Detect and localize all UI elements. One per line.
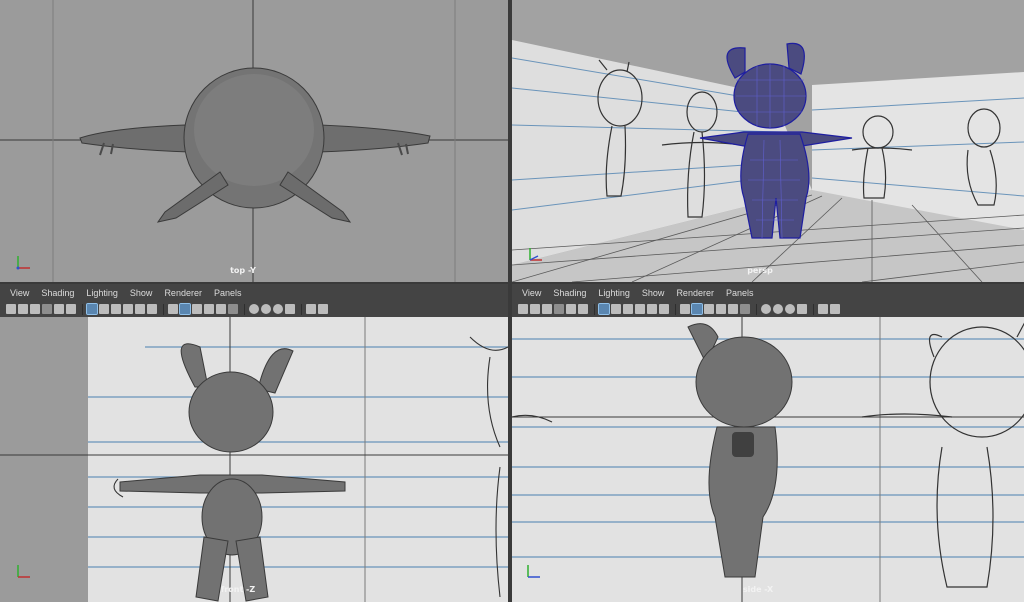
xray-joints-icon[interactable] [306, 304, 316, 314]
toolbar-separator [163, 303, 164, 315]
grease-pencil-icon[interactable] [578, 304, 588, 314]
viewport-label-top: top -Y [230, 266, 256, 275]
bookmark-icon[interactable] [30, 304, 40, 314]
menu-view[interactable]: View [10, 288, 29, 298]
character-top-mesh[interactable] [79, 67, 431, 223]
film-gate-icon[interactable] [99, 304, 109, 314]
grid-toggle-icon[interactable] [86, 303, 98, 315]
shadows-icon[interactable] [228, 304, 238, 314]
backface-culling-icon[interactable] [318, 304, 328, 314]
backface-culling-icon[interactable] [830, 304, 840, 314]
viewport-top-canvas[interactable] [0, 0, 508, 282]
gate-mask-icon[interactable] [123, 304, 133, 314]
axis-gizmo-icon [17, 565, 30, 578]
smooth-shade-icon[interactable] [179, 303, 191, 315]
character-detail [732, 432, 754, 457]
xray-icon[interactable] [285, 304, 295, 314]
lights-icon[interactable] [216, 304, 226, 314]
field-chart-icon[interactable] [647, 304, 657, 314]
axis-gizmo-icon [16, 256, 30, 270]
motion-blur-icon[interactable] [773, 304, 783, 314]
menu-renderer[interactable]: Renderer [164, 288, 202, 298]
menu-shading[interactable]: Shading [553, 288, 586, 298]
camera-attributes-icon[interactable] [530, 304, 540, 314]
panel-front: View Shading Lighting Show Renderer Pane… [0, 284, 508, 602]
wireframe-icon[interactable] [168, 304, 178, 314]
viewport-persp[interactable]: persp [512, 0, 1024, 282]
toolbar-separator [594, 303, 595, 315]
panel-menubar: View Shading Lighting Show Renderer Pane… [512, 284, 1024, 301]
2d-pan-zoom-icon[interactable] [566, 304, 576, 314]
toolbar-separator [675, 303, 676, 315]
menu-view[interactable]: View [522, 288, 541, 298]
field-chart-icon[interactable] [135, 304, 145, 314]
toolbar-separator [813, 303, 814, 315]
image-plane-icon[interactable] [42, 304, 52, 314]
menu-show[interactable]: Show [130, 288, 153, 298]
menu-lighting[interactable]: Lighting [598, 288, 630, 298]
grease-pencil-icon[interactable] [66, 304, 76, 314]
image-plane-icon[interactable] [554, 304, 564, 314]
camera-icon[interactable] [518, 304, 528, 314]
panel-toolbar [0, 301, 508, 317]
camera-icon[interactable] [6, 304, 16, 314]
axis-gizmo-icon [527, 565, 540, 578]
isolate-select-icon[interactable] [785, 304, 795, 314]
safe-action-icon[interactable] [659, 304, 669, 314]
panel-menubar: View Shading Lighting Show Renderer Pane… [0, 284, 508, 301]
menu-lighting[interactable]: Lighting [86, 288, 118, 298]
panel-side: View Shading Lighting Show Renderer Pane… [512, 284, 1024, 602]
xray-joints-icon[interactable] [818, 304, 828, 314]
resolution-gate-icon[interactable] [623, 304, 633, 314]
resolution-gate-icon[interactable] [111, 304, 121, 314]
menu-show[interactable]: Show [642, 288, 665, 298]
textured-icon[interactable] [716, 304, 726, 314]
smooth-shade-icon[interactable] [691, 303, 703, 315]
toolbar-separator [756, 303, 757, 315]
toolbar-separator [301, 303, 302, 315]
camera-attributes-icon[interactable] [18, 304, 28, 314]
motion-blur-icon[interactable] [261, 304, 271, 314]
gate-mask-icon[interactable] [635, 304, 645, 314]
viewport-side[interactable]: side -X [512, 317, 1024, 602]
toolbar-separator [244, 303, 245, 315]
toolbar-separator [82, 303, 83, 315]
wireframe-on-shaded-icon[interactable] [704, 304, 714, 314]
axis-gizmo-icon [529, 248, 542, 261]
viewport-top[interactable]: top -Y [0, 0, 508, 282]
xray-icon[interactable] [797, 304, 807, 314]
shadows-icon[interactable] [740, 304, 750, 314]
panel-toolbar [512, 301, 1024, 317]
wireframe-icon[interactable] [680, 304, 690, 314]
isolate-select-icon[interactable] [273, 304, 283, 314]
viewport-label-side: side -X [742, 585, 774, 594]
viewport-front-canvas[interactable] [0, 317, 508, 602]
wireframe-on-shaded-icon[interactable] [192, 304, 202, 314]
viewport-label-persp: persp [747, 266, 773, 275]
menu-shading[interactable]: Shading [41, 288, 74, 298]
menu-panels[interactable]: Panels [214, 288, 242, 298]
grid-toggle-icon[interactable] [598, 303, 610, 315]
viewport-persp-canvas[interactable] [512, 0, 1024, 282]
viewport-label-front: front -Z [220, 585, 256, 594]
bookmark-icon[interactable] [542, 304, 552, 314]
safe-action-icon[interactable] [147, 304, 157, 314]
2d-pan-zoom-icon[interactable] [54, 304, 64, 314]
lights-icon[interactable] [728, 304, 738, 314]
screen-space-ao-icon[interactable] [761, 304, 771, 314]
menu-renderer[interactable]: Renderer [676, 288, 714, 298]
menu-panels[interactable]: Panels [726, 288, 754, 298]
film-gate-icon[interactable] [611, 304, 621, 314]
viewport-side-canvas[interactable] [512, 317, 1024, 602]
screen-space-ao-icon[interactable] [249, 304, 259, 314]
viewport-front[interactable]: front -Z [0, 317, 508, 602]
textured-icon[interactable] [204, 304, 214, 314]
